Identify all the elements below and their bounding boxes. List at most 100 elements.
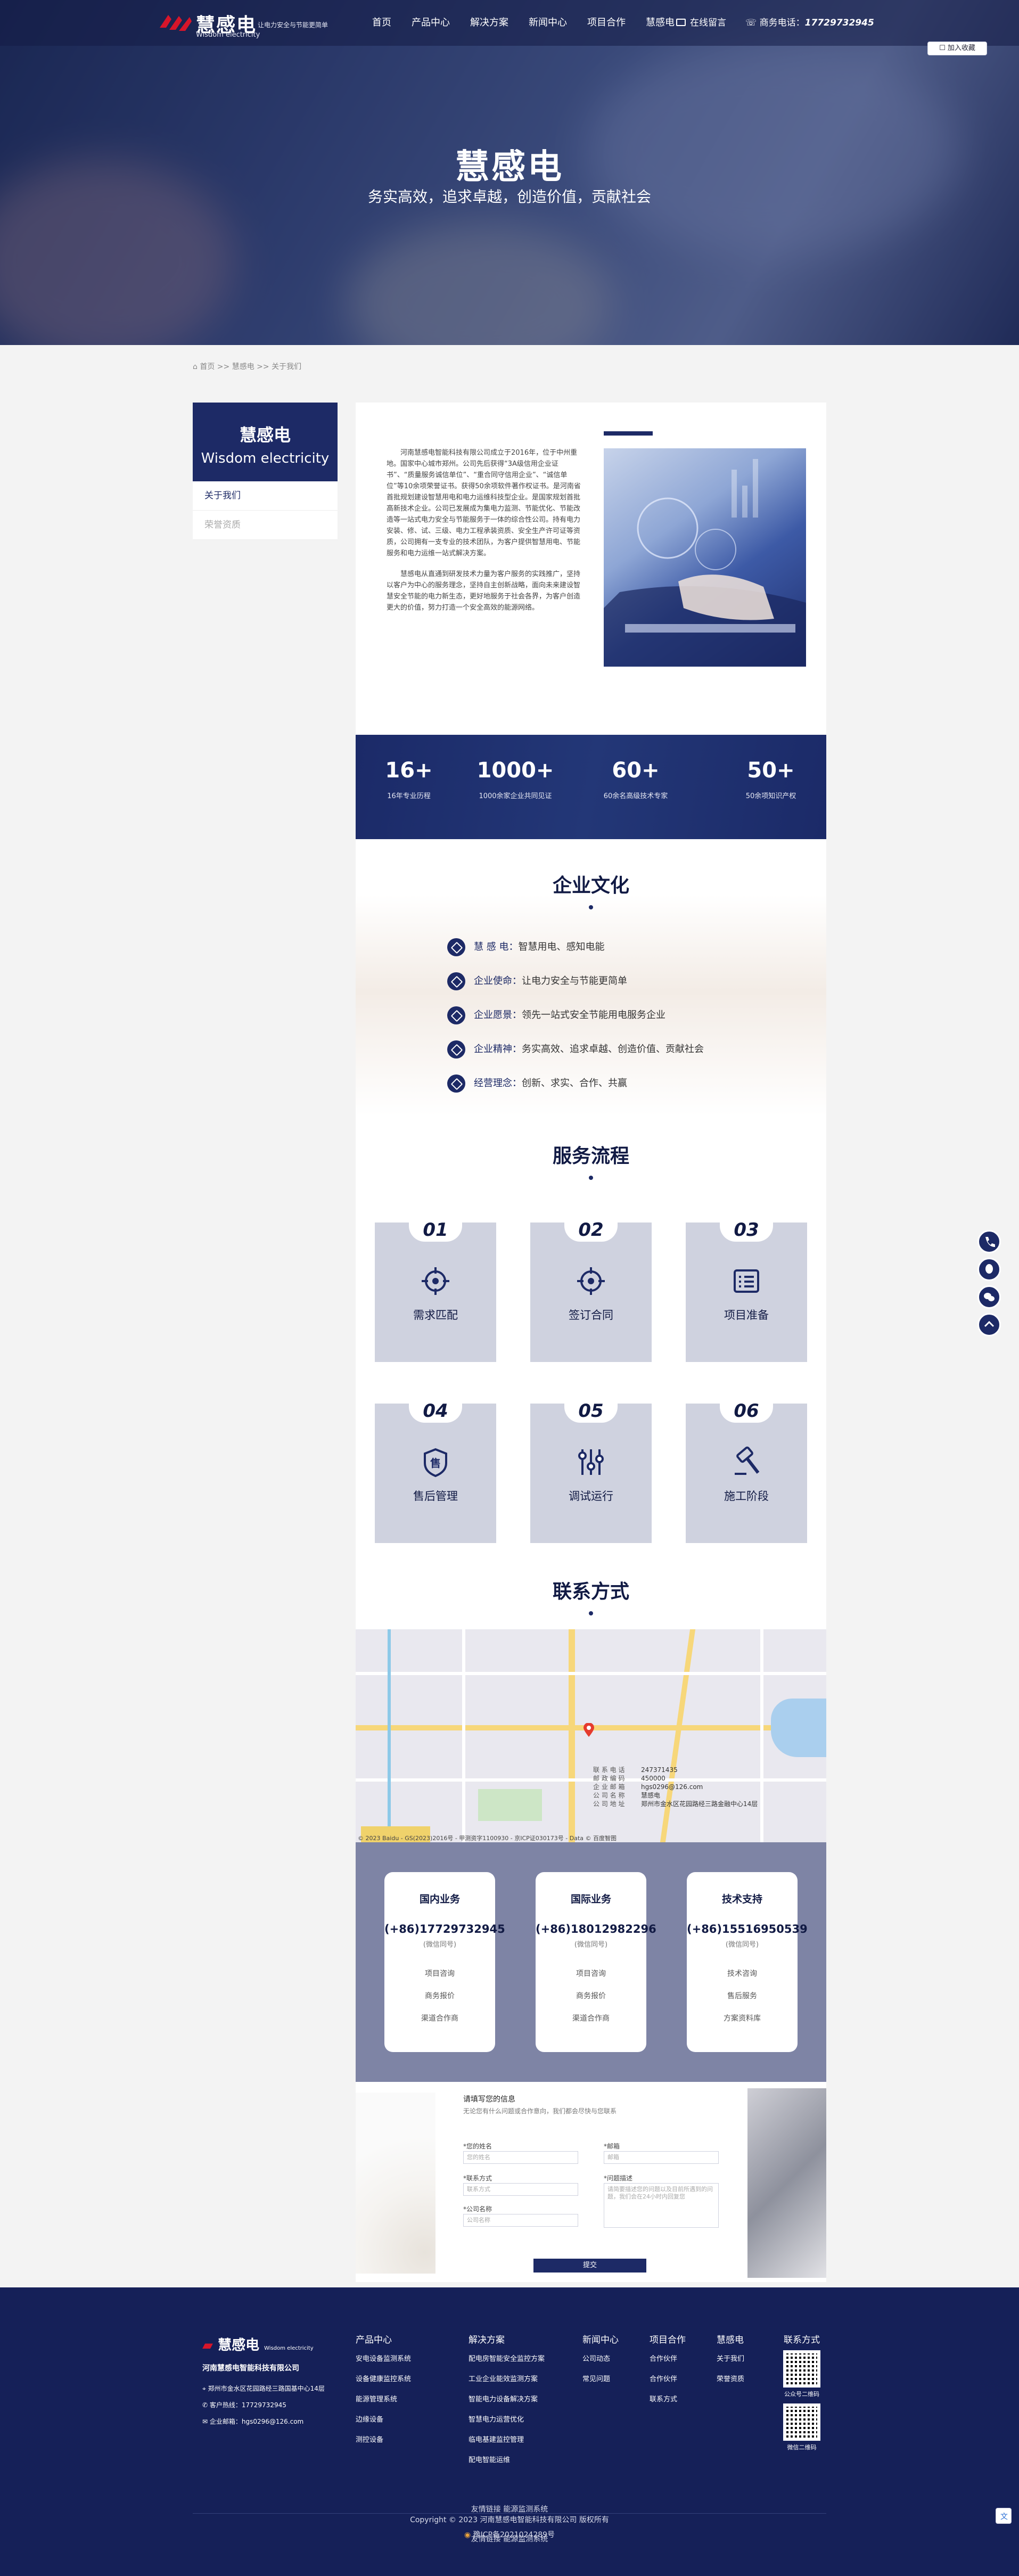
sliders-icon	[578, 1449, 604, 1475]
description-textarea[interactable]: 请简要描述您的问题以及目前所遇到的问题，我们会在24小时内回复您	[604, 2183, 719, 2228]
header-contact: 在线留言 ☏ 商务电话：17729732945	[676, 15, 874, 28]
side-item-honors[interactable]: 荣誉资质	[193, 511, 338, 540]
nav-news[interactable]: 新闻中心	[519, 15, 577, 31]
footer-copyright: Copyright © 2023 河南慧感电智能科技有限公司 版权所有	[410, 2516, 609, 2524]
service-link[interactable]: 项目咨询	[536, 1968, 646, 1979]
stat-patents: 50+ 50余项知识产权	[745, 758, 796, 800]
online-message-link[interactable]: 在线留言	[676, 15, 726, 28]
culture-badge-icon	[447, 1040, 465, 1059]
qr-code-icon	[783, 2350, 820, 2388]
contact-input[interactable]: 联系方式	[463, 2183, 578, 2196]
about-section: 河南慧感电智能科技有限公司成立于2016年，位于中州重地。国家中心城市郑州。公司…	[356, 403, 826, 735]
culture-item: 企业精神：务实高效、追求卓越、创造价值、贡献社会	[447, 1040, 704, 1059]
accent-bar	[604, 431, 653, 436]
contact-title: 联系方式	[356, 1576, 826, 1615]
culture-title: 企业文化	[356, 870, 826, 909]
footer-col-solutions: 解决方案 配电房智能安全监控方案 工业企业能效监测方案 智能电力设备解决方案 智慧电力…	[469, 2335, 545, 2464]
culture-item: 企业愿景：领先一站式安全节能用电服务企业	[447, 1006, 665, 1024]
service-card: 国际业务 (+86)18012982296 (微信同号) 项目咨询 商务报价 渠…	[536, 1872, 656, 2052]
qr-code-icon	[783, 2403, 820, 2441]
email-input[interactable]: 邮箱	[604, 2151, 719, 2164]
friend-links[interactable]: 友情链接 能源监测系统	[0, 2504, 1019, 2514]
hero-title: 慧感电	[455, 147, 564, 187]
contact-section: 联系方式	[356, 1571, 826, 1629]
back-to-top-button[interactable]	[977, 1313, 1001, 1336]
process-title: 服务流程	[356, 1141, 826, 1180]
service-link[interactable]: 售后服务	[687, 1990, 798, 2001]
hero-banner: 慧感电 Wisdom electricity 让电力安全与节能更简单 首页 产品…	[0, 0, 1019, 345]
baidu-map[interactable]	[356, 1629, 826, 1842]
phone-icon: ☏	[745, 18, 760, 28]
mail-icon	[676, 19, 686, 26]
decor-image	[747, 2088, 826, 2278]
footer-col-cooperation: 项目合作 合作伙伴 合作伙伴 联系方式	[650, 2335, 686, 2403]
add-favorite-button[interactable]: ☐ 加入收藏	[927, 42, 987, 55]
stats-banner: 16+ 16年专业历程 1000+ 1000余家企业共同见证 60+ 60余名高级技术…	[356, 735, 826, 839]
target-icon	[422, 1267, 449, 1295]
nav-cooperation[interactable]: 项目合作	[577, 15, 636, 31]
footer-qrcodes: 联系方式 公众号二维码 微信二维码	[783, 2335, 820, 2451]
step-card: 01 需求匹配	[375, 1218, 496, 1362]
stat-customers: 1000+ 1000余家企业共同见证	[476, 758, 554, 800]
breadcrumb: ⌂ 首页 >> 慧感电 >> 关于我们	[193, 363, 302, 371]
decor-image	[356, 2093, 435, 2274]
service-link[interactable]: 渠道合作商	[536, 2013, 646, 2023]
side-menu: 慧感电 Wisdom electricity 关于我们 荣誉资质	[193, 403, 338, 540]
list-icon	[734, 1269, 759, 1293]
wechat-float-button[interactable]	[977, 1285, 1001, 1309]
map-info-window: 联 系 电 话 247371435 邮 政 编 码 450000 企 业 邮 箱 hg…	[593, 1766, 758, 1808]
map-marker-icon[interactable]	[584, 1722, 594, 1737]
shield-sale-icon: 售	[424, 1448, 447, 1478]
about-text: 河南慧感电智能科技有限公司成立于2016年，位于中州重地。国家中心城市郑州。公司…	[387, 449, 581, 612]
phone-float-button[interactable]	[977, 1230, 1001, 1253]
culture-item: 慧 感 电：智慧用电、感知电能	[447, 938, 604, 956]
nav-products[interactable]: 产品中心	[401, 15, 460, 31]
submit-button[interactable]: 提交	[533, 2259, 646, 2273]
culture-badge-icon	[447, 972, 465, 990]
logo-mark-icon	[160, 15, 192, 31]
service-link[interactable]: 项目咨询	[384, 1968, 495, 1979]
step-card: 02 签订合同	[530, 1218, 652, 1362]
name-input[interactable]: 您的姓名	[463, 2151, 578, 2164]
police-badge-icon: ◉	[464, 2531, 473, 2539]
service-link[interactable]: 商务报价	[536, 1990, 646, 2001]
nav-home[interactable]: 首页	[362, 15, 401, 31]
footer-logo[interactable]: ▰ 慧感电 Wisdom electricity	[202, 2334, 341, 2354]
company-input[interactable]: 公司名称	[463, 2214, 578, 2227]
process-section: 服务流程 01 需求匹配 02 签订合同 03 项目准备 04 售 售后管理 0…	[356, 1116, 826, 1571]
footer-col-news: 新闻中心 公司动态 常见问题	[582, 2335, 619, 2383]
step-card: 03 项目准备	[686, 1218, 807, 1362]
footer-col-products: 产品中心 安电设备监测系统 设备健康监控系统 能源管理系统 边缘设备 测控设备	[356, 2335, 412, 2444]
service-link[interactable]: 渠道合作商	[384, 2013, 495, 2023]
service-card: 国内业务 (+86)17729732945 (微信同号) 项目咨询 商务报价 渠…	[384, 1872, 505, 2052]
side-item-about[interactable]: 关于我们	[193, 481, 338, 511]
step-card: 06 施工阶段	[686, 1399, 807, 1543]
home-icon: ⌂	[193, 363, 200, 371]
step-card: 04 售 售后管理	[375, 1399, 496, 1543]
form-title: 请填写您的信息	[463, 2095, 515, 2104]
culture-badge-icon	[447, 1006, 465, 1024]
business-phone: ☏ 商务电话：17729732945	[745, 18, 874, 28]
qq-float-button[interactable]	[977, 1258, 1001, 1281]
site-logo[interactable]: 慧感电 Wisdom electricity 让电力安全与节能更简单	[159, 10, 329, 39]
service-link[interactable]: 方案资料库	[687, 2013, 798, 2023]
nav-solutions[interactable]: 解决方案	[460, 15, 519, 31]
map-copyright: © 2023 Baidu - GS(2023)2016号 - 甲测资字11009…	[358, 1835, 617, 1842]
email-icon: ✉	[202, 2418, 210, 2425]
culture-badge-icon	[447, 1074, 465, 1093]
hammer-icon	[735, 1446, 760, 1475]
form-subtitle: 无论您有什么问题或合作意向，我们都会尽快与您联系	[463, 2107, 617, 2115]
service-link[interactable]: 技术咨询	[687, 1968, 798, 1979]
tech-hand-illustration	[604, 459, 806, 667]
service-card: 技术支持 (+86)15516950539 (微信同号) 技术咨询 售后服务 方…	[687, 1872, 808, 2052]
service-link[interactable]: 商务报价	[384, 1990, 495, 2001]
service-cards: 国内业务 (+86)17729732945 (微信同号) 项目咨询 商务报价 渠…	[356, 1842, 826, 2082]
culture-item: 企业使命：让电力安全与节能更简单	[447, 972, 627, 990]
main-nav: 首页 产品中心 解决方案 新闻中心 项目合作 慧感电	[362, 15, 685, 31]
footer-icp[interactable]: ◉ 豫ICP备2021024289号	[0, 2529, 1019, 2540]
message-form: 请填写您的信息 无论您有什么问题或合作意向，我们都会尽快与您联系 *您的姓名 您…	[356, 2082, 826, 2282]
chevron-up-icon	[984, 1320, 995, 1327]
location-icon: ⌖	[202, 2385, 208, 2392]
wechat-icon	[984, 1293, 995, 1301]
culture-section: 企业文化 慧 感 电：智慧用电、感知电能 企业使命：让电力安全与节能更简单 企业…	[356, 839, 826, 1116]
